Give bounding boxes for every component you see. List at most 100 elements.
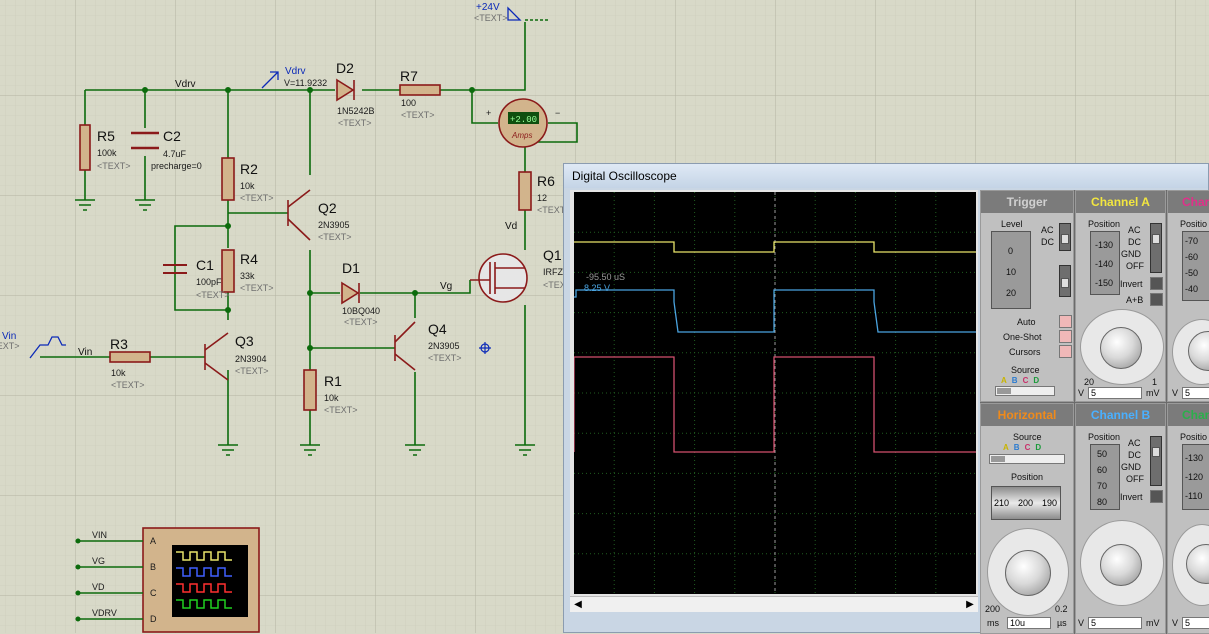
window-titlebar[interactable]: Digital Oscilloscope [564,164,1208,188]
channel-a-pos-tick-3: -150 [1095,278,1114,288]
scroll-left-icon[interactable]: ◀ [570,597,586,612]
q3-value: 2N3904 [235,354,267,364]
cursor-time-readout: -95.50 uS [586,272,625,282]
scroll-right-icon[interactable]: ▶ [962,597,978,612]
horizontal-dial-end-left: 200 [985,604,1001,614]
channel-b-invert-button[interactable] [1150,490,1163,503]
r3-value: 10k [111,368,126,378]
c2-name: C2 [163,128,181,144]
trigger-coupling-switch[interactable] [1059,223,1071,251]
trigger-cursors-button[interactable] [1059,345,1072,358]
horizontal-timebase-knob[interactable] [1005,550,1051,596]
r6-name: R6 [537,173,555,189]
horizontal-source-slider[interactable] [989,454,1065,464]
scope-pin-d: D [150,614,157,624]
channel-a-ab-label: A+B [1126,295,1144,305]
r5-value: 100k [97,148,117,158]
channel-a-volts-field[interactable]: 5 [1088,387,1142,399]
channel-b-volts-knob[interactable] [1100,544,1142,586]
r2-value: 10k [240,181,255,191]
ammeter-plus: + [486,108,491,118]
horizontal-source-label: Source [1013,432,1042,442]
cursor-volt-readout: 8.25 V [584,283,610,293]
r7-name: R7 [400,68,418,84]
channel-b-position-wheel[interactable]: 50 60 70 80 [1090,444,1120,510]
net-vd: Vd [505,221,517,232]
channel-c-position-label: Positio [1180,219,1208,229]
channel-b-coupling-switch[interactable] [1150,436,1162,486]
channel-b-volts-field[interactable]: 5 [1088,617,1142,629]
channel-a-dc-label: DC [1128,237,1141,247]
trigger-title: Trigger [981,191,1073,213]
d1-text: <TEXT> [344,317,378,327]
trigger-cursors-label: Cursors [1009,347,1041,357]
horizontal-position-wheel[interactable]: 210 200 190 [991,486,1061,520]
channel-b-ac-label: AC [1128,438,1141,448]
r1-text: <TEXT> [324,405,358,415]
channel-c-position-wheel[interactable]: -70 -60 -50 -40 [1182,231,1209,301]
channel-a-position-wheel[interactable]: -130 -140 -150 [1090,231,1120,295]
scope-pin-b: B [150,562,156,572]
channel-d-position-wheel[interactable]: -130 -120 -110 [1182,444,1209,510]
channel-a-volts-knob[interactable] [1100,327,1142,369]
channel-c-volts-field[interactable]: 5 [1182,387,1209,399]
channel-b-invert-label: Invert [1120,492,1143,502]
channel-a-coupling-switch[interactable] [1150,223,1162,273]
d2-text: <TEXT> [338,118,372,128]
supply-text: <TEXT> [474,13,508,23]
r1-name: R1 [324,373,342,389]
trigger-source-slider[interactable] [995,386,1055,396]
horizontal-unit-left: ms [987,618,999,628]
trigger-edge-switch[interactable] [1059,265,1071,297]
channel-a-ab-button[interactable] [1150,293,1163,306]
channel-a-invert-button[interactable] [1150,277,1163,290]
channel-b-title: Channel B [1076,404,1165,426]
horizontal-position-label: Position [1011,472,1044,482]
horizontal-timebase-field[interactable]: 10u [1007,617,1051,629]
net-vg: Vg [440,281,452,292]
scope-screen[interactable]: -95.50 uS 8.25 V [574,192,976,594]
trigger-oneshot-button[interactable] [1059,330,1072,343]
scope-horizontal-scrollbar[interactable]: ◀ ▶ [570,596,978,612]
r4-name: R4 [240,251,258,267]
channel-c-pos-tick-4: -40 [1185,284,1199,294]
channel-d-pos-tick-1: -130 [1185,453,1204,463]
channel-a-section: Channel A Position -130 -140 -150 AC DC … [1075,190,1166,402]
channel-b-unit-left: V [1078,618,1085,628]
trigger-level-label: Level [1001,219,1023,229]
q4-name: Q4 [428,321,447,337]
oscilloscope-window[interactable]: Digital Oscilloscope -95.50 uS 8.25 V ◀ … [563,163,1209,634]
channel-a-invert-label: Invert [1120,279,1143,289]
channel-c-title: Char [1168,191,1209,213]
q3-text: <TEXT> [235,366,269,376]
supply-label: +24V [476,2,500,13]
window-title: Digital Oscilloscope [572,169,677,183]
channel-d-title: Chan [1168,404,1209,426]
channel-a-ac-label: AC [1128,225,1141,235]
channel-d-section: Chan Positio -130 -120 -110 V 5 [1167,403,1209,634]
d1-name: D1 [342,260,360,276]
trigger-auto-button[interactable] [1059,315,1072,328]
channel-a-unit-right: mV [1146,388,1160,398]
trigger-level-wheel[interactable]: 0 10 20 [991,231,1031,309]
trigger-auto-label: Auto [1017,317,1036,327]
c2-value: 4.7uF [163,149,187,159]
channel-b-pos-tick-3: 70 [1097,481,1108,491]
channel-d-pos-tick-3: -110 [1185,491,1203,501]
r4-value: 33k [240,271,255,281]
q2-name: Q2 [318,200,337,216]
horizontal-title: Horizontal [981,404,1073,426]
channel-c-pos-tick-2: -60 [1185,252,1199,262]
net-vdrv: Vdrv [175,79,196,90]
scope-net-vg: VG [92,556,105,566]
r3-name: R3 [110,336,128,352]
trigger-dc-label: DC [1041,237,1054,247]
channel-a-off-label: OFF [1126,261,1144,271]
trigger-section: Trigger Level 0 10 20 AC DC Auto One-Sho… [980,190,1074,402]
r3-text: <TEXT> [111,380,145,390]
scope-pin-c: C [150,588,157,598]
scope-net-vin: VIN [92,530,107,540]
trigger-oneshot-label: One-Shot [1003,332,1042,342]
channel-b-section: Channel B Position 50 60 70 80 AC DC GND… [1075,403,1166,634]
channel-d-volts-field[interactable]: 5 [1182,617,1209,629]
